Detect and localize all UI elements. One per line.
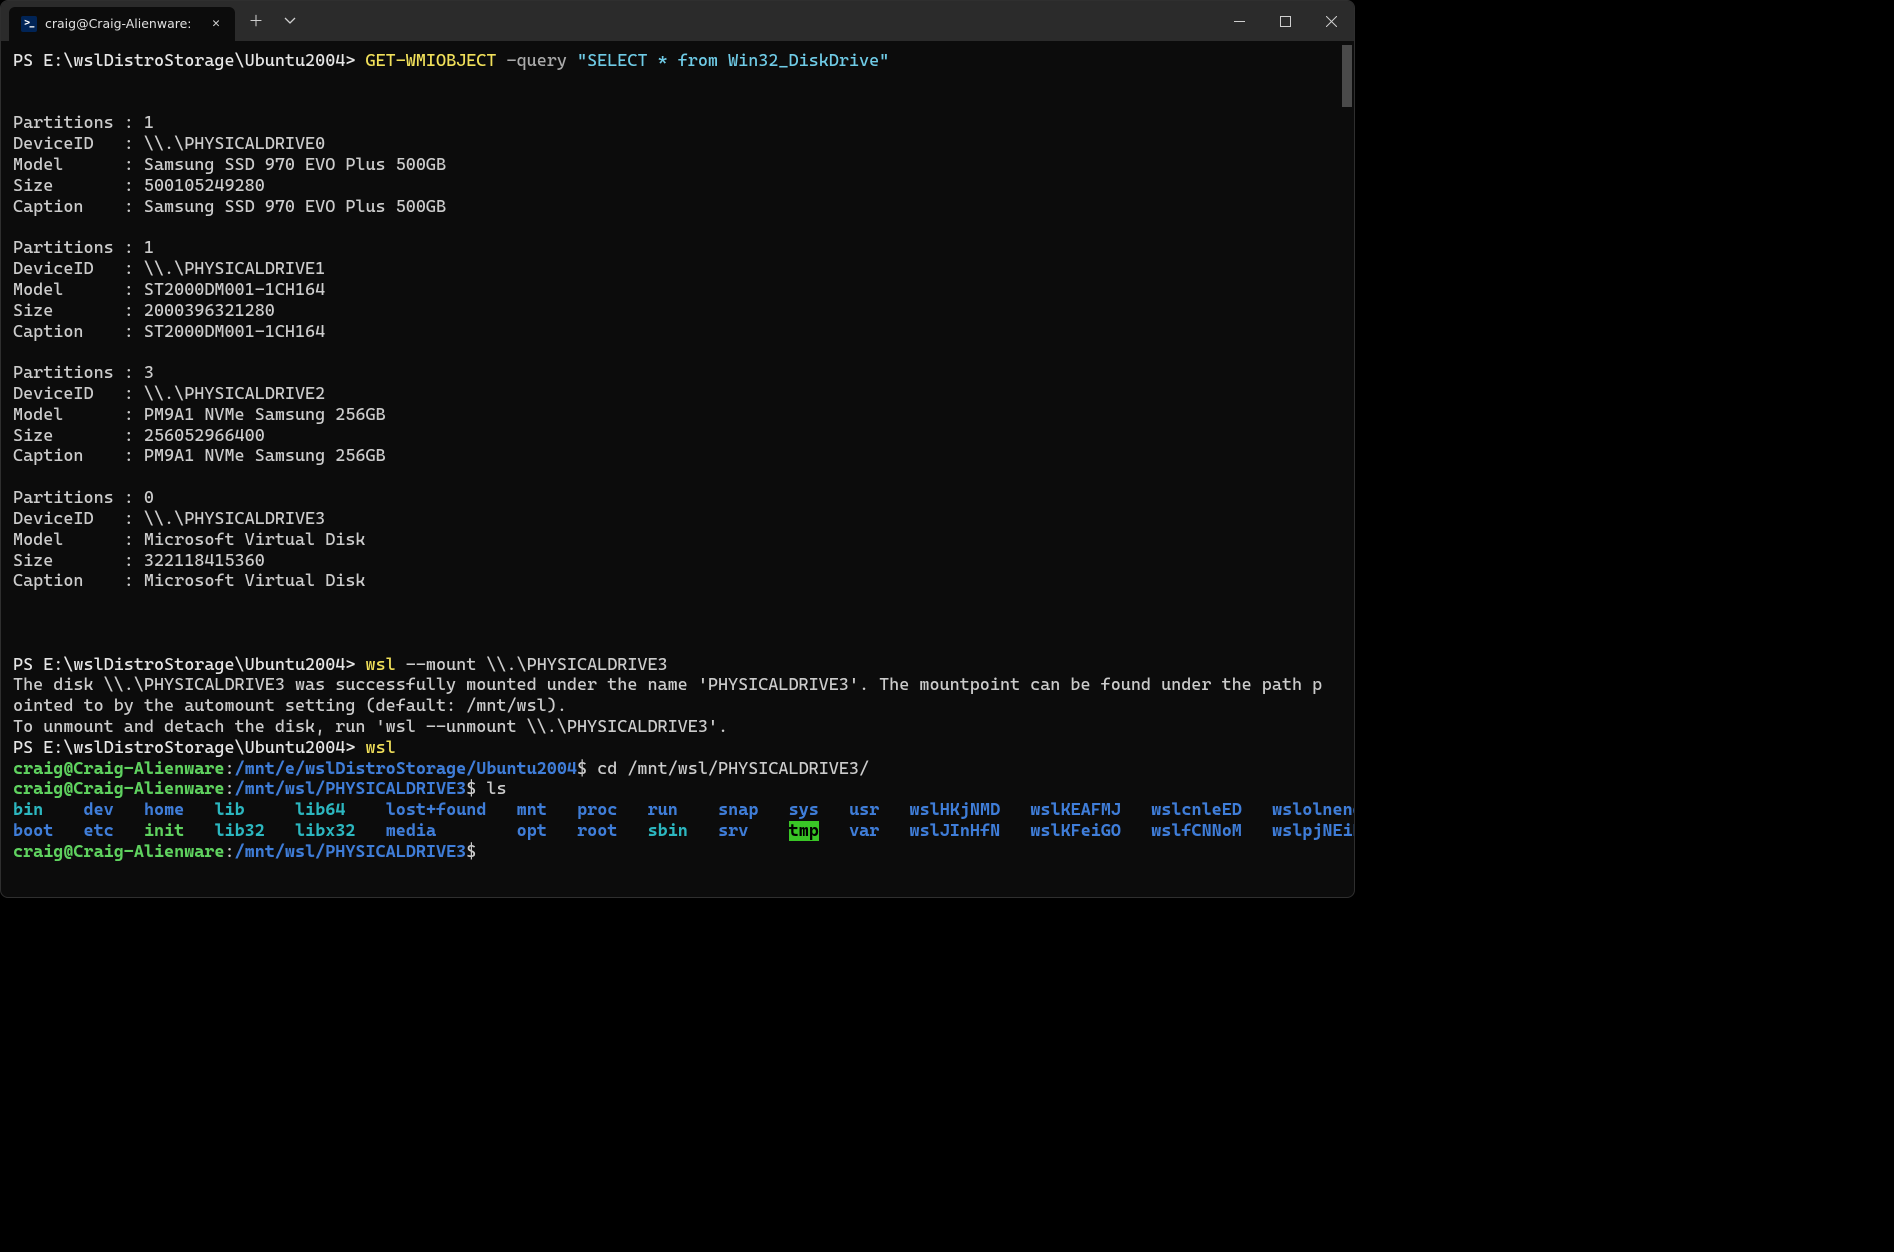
terminal-window: >_ craig@Craig-Alienware: /mnt/w ✕ ＋ PS … [0,0,1355,898]
drive-field: Model : Microsoft Virtual Disk [13,530,1342,551]
close-button[interactable] [1308,1,1354,41]
drive-field: DeviceID : \\.\PHYSICALDRIVE2 [13,384,1342,405]
tab-actions: ＋ [239,1,307,41]
new-tab-button[interactable]: ＋ [239,4,273,38]
drive-field: Size : 500105249280 [13,176,1342,197]
blank-line [13,93,1342,114]
minimize-button[interactable] [1216,1,1262,41]
drive-field: Caption : Samsung SSD 970 EVO Plus 500GB [13,197,1342,218]
blank-line [13,634,1342,655]
mount-output: To unmount and detach the disk, run 'wsl… [13,717,1342,738]
tab-active[interactable]: >_ craig@Craig-Alienware: /mnt/w ✕ [9,7,235,41]
maximize-button[interactable] [1262,1,1308,41]
drive-field: Caption : PM9A1 NVMe Samsung 256GB [13,446,1342,467]
drive-field: Size : 256052966400 [13,426,1342,447]
blank-line [13,613,1342,634]
blank-line [13,467,1342,488]
ls-row: boot etc init lib32 libx32 media opt roo… [13,821,1342,842]
linux-prompt: craig@Craig-Alienware:/mnt/e/wslDistroSt… [13,759,1342,780]
drive-field: Partitions : 3 [13,363,1342,384]
drive-field: Partitions : 1 [13,113,1342,134]
blank-line [13,592,1342,613]
drive-field: Model : Samsung SSD 970 EVO Plus 500GB [13,155,1342,176]
prompt-line: PS E:\wslDistroStorage\Ubuntu2004> GET-W… [13,51,1342,72]
drive-field: Caption : ST2000DM001-1CH164 [13,322,1342,343]
drive-field: Partitions : 1 [13,238,1342,259]
prompt-line: PS E:\wslDistroStorage\Ubuntu2004> wsl [13,738,1342,759]
linux-prompt: craig@Craig-Alienware:/mnt/wsl/PHYSICALD… [13,842,1342,863]
tab-title: craig@Craig-Alienware: /mnt/w [45,16,195,31]
drive-field: Model : ST2000DM001-1CH164 [13,280,1342,301]
terminal-output[interactable]: PS E:\wslDistroStorage\Ubuntu2004> GET-W… [1,41,1354,897]
drive-field: Caption : Microsoft Virtual Disk [13,571,1342,592]
mount-output: ointed to by the automount setting (defa… [13,696,1342,717]
tab-close-button[interactable]: ✕ [207,15,225,33]
blank-line [13,218,1342,239]
drive-field: Model : PM9A1 NVMe Samsung 256GB [13,405,1342,426]
mount-output: The disk \\.\PHYSICALDRIVE3 was successf… [13,675,1342,696]
drive-field: Partitions : 0 [13,488,1342,509]
drive-field: DeviceID : \\.\PHYSICALDRIVE0 [13,134,1342,155]
linux-prompt: craig@Craig-Alienware:/mnt/wsl/PHYSICALD… [13,779,1342,800]
drive-field: DeviceID : \\.\PHYSICALDRIVE3 [13,509,1342,530]
tab-dropdown-button[interactable] [273,4,307,38]
ls-row: bin dev home lib lib64 lost+found mnt pr… [13,800,1342,821]
blank-line [13,72,1342,93]
drive-field: DeviceID : \\.\PHYSICALDRIVE1 [13,259,1342,280]
drive-field: Size : 322118415360 [13,551,1342,572]
drive-field: Size : 2000396321280 [13,301,1342,322]
titlebar[interactable]: >_ craig@Craig-Alienware: /mnt/w ✕ ＋ [1,1,1354,41]
powershell-icon: >_ [21,16,37,32]
window-controls [1216,1,1354,41]
blank-line [13,342,1342,363]
prompt-line: PS E:\wslDistroStorage\Ubuntu2004> wsl -… [13,655,1342,676]
